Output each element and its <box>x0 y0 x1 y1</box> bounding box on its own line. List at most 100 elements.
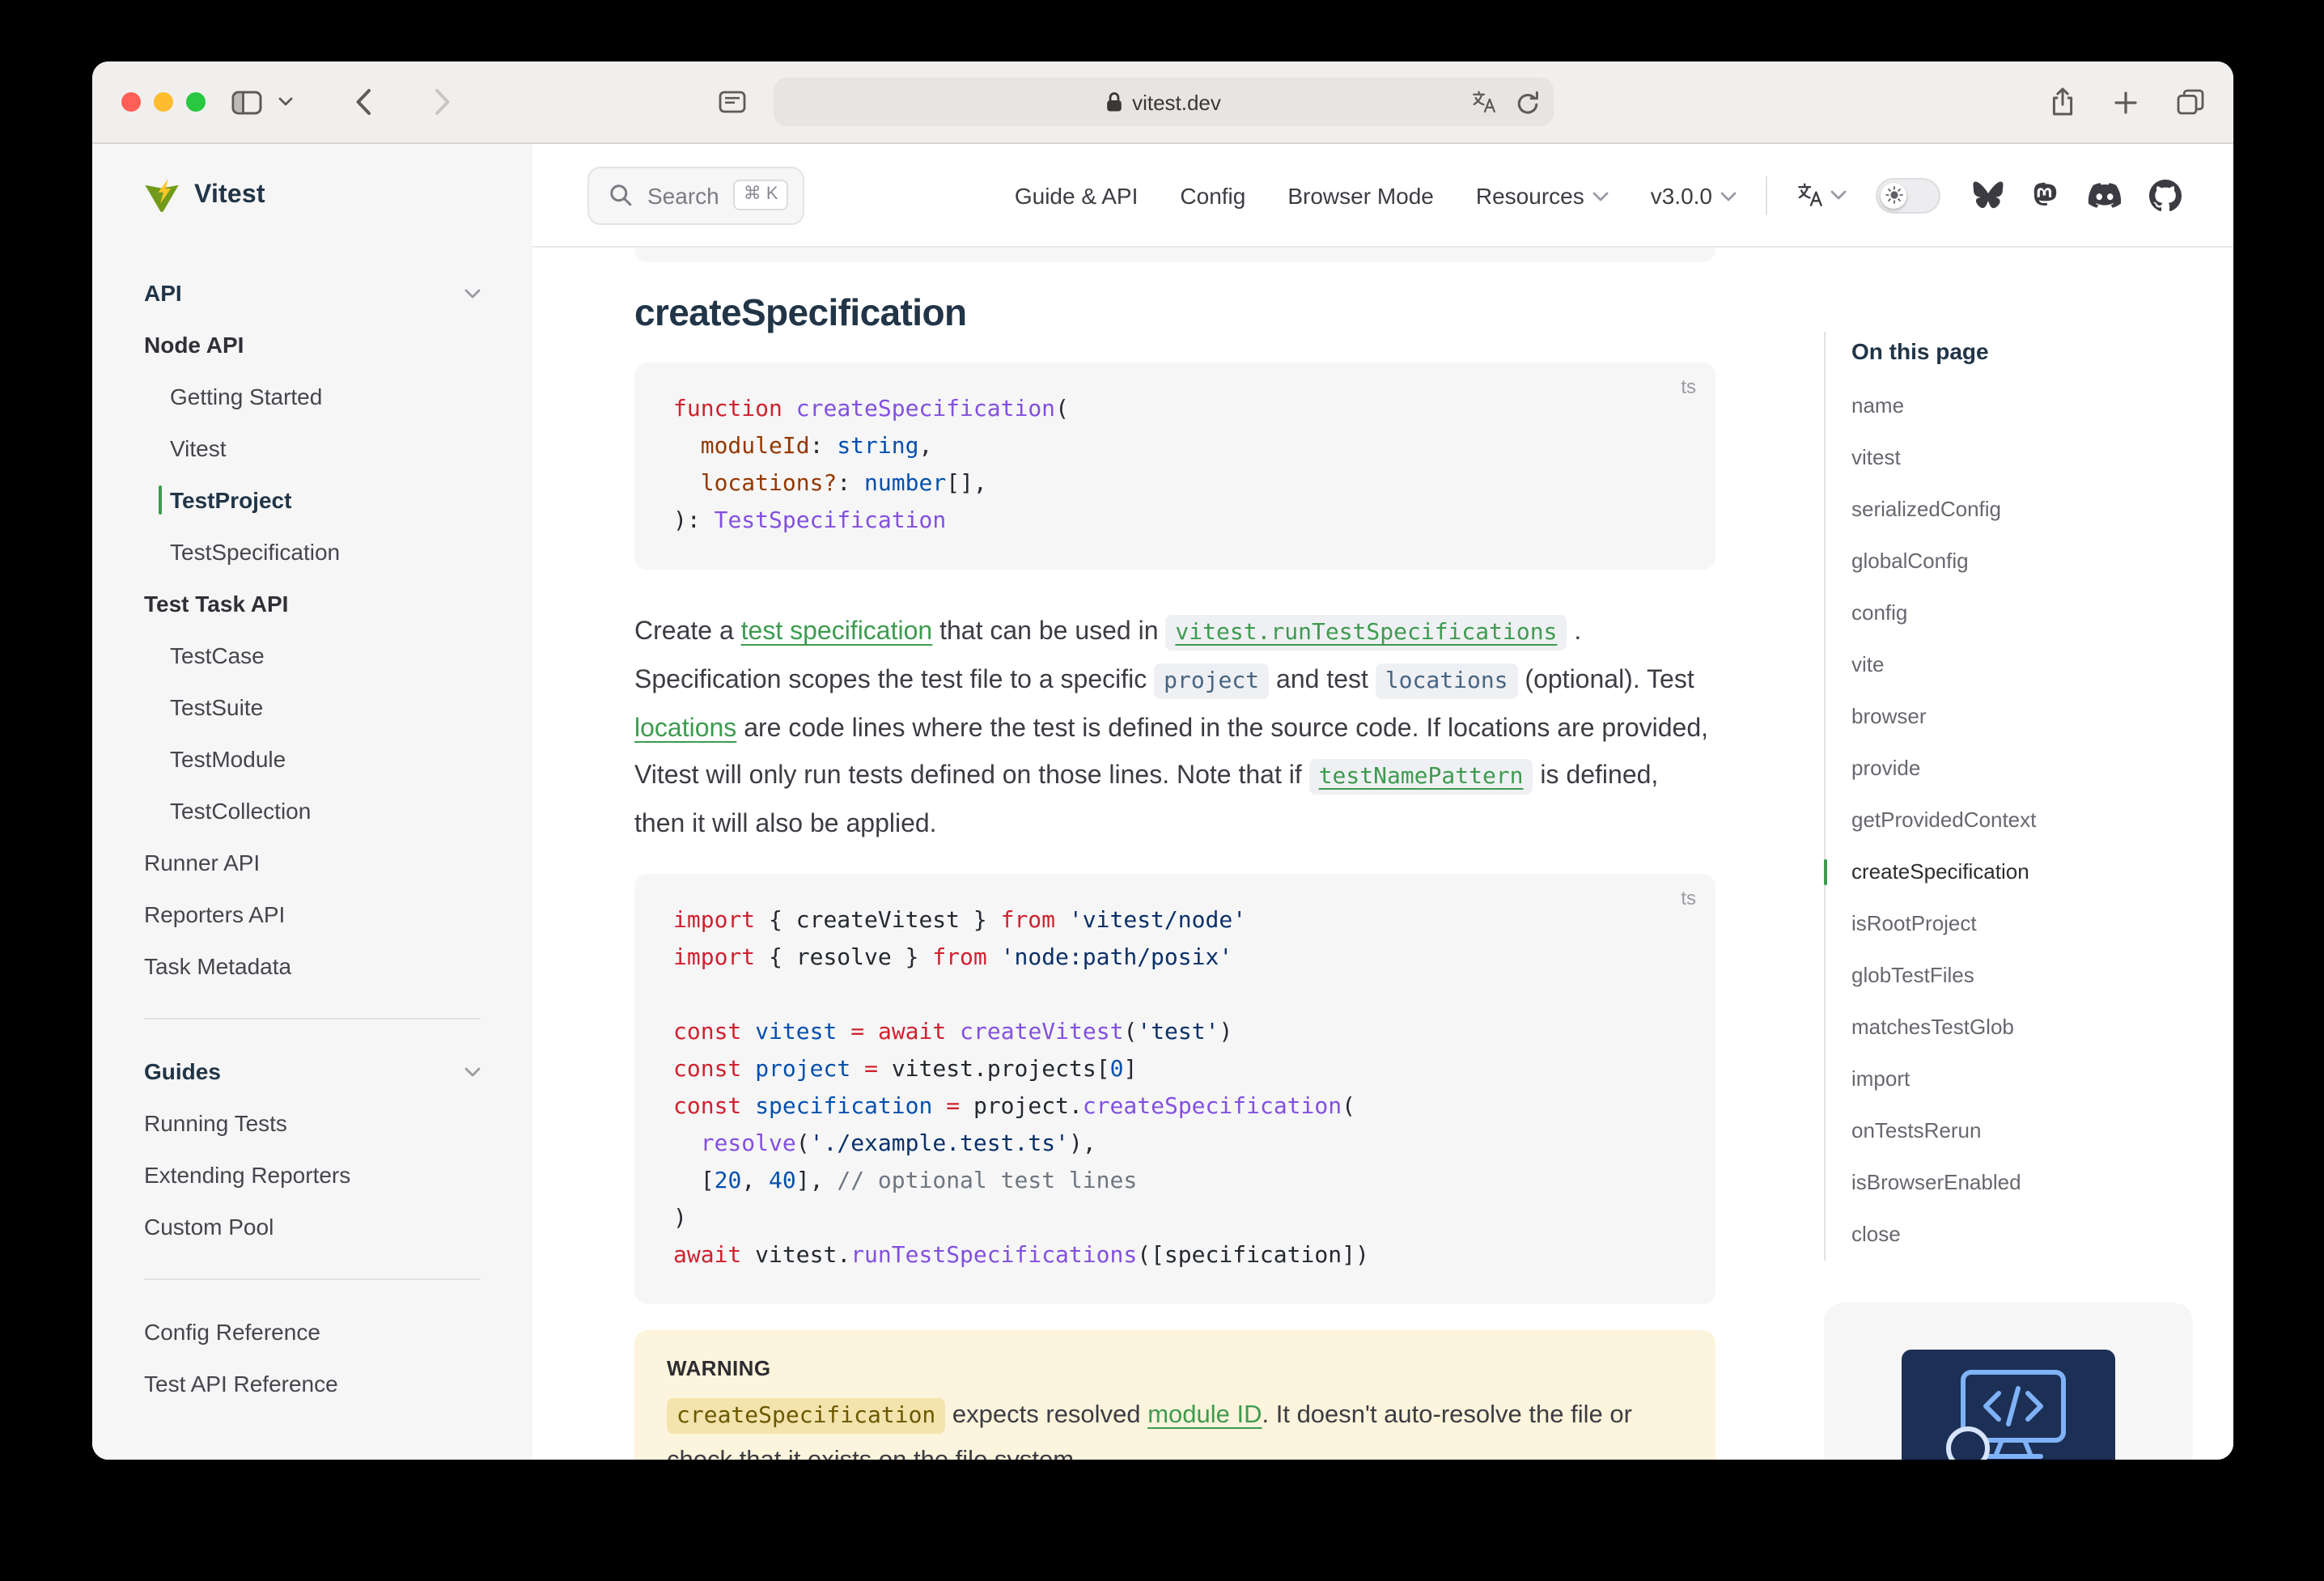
outline-item-provide[interactable]: provide <box>1851 743 2193 795</box>
theme-toggle[interactable] <box>1876 177 1940 213</box>
outline-item-browser[interactable]: browser <box>1851 691 2193 743</box>
code-line: ) <box>673 1201 1677 1238</box>
sidebar-item-testcollection[interactable]: TestCollection <box>144 785 481 837</box>
warning-block: WARNING createSpecification expects reso… <box>634 1330 1715 1460</box>
code-line: resolve('./example.test.ts'), <box>673 1126 1677 1163</box>
sidebar-item-reporters-api[interactable]: Reporters API <box>144 888 481 940</box>
new-tab-button[interactable] <box>2114 90 2138 114</box>
sidebar-item-config-reference[interactable]: Config Reference <box>144 1306 481 1358</box>
outline-item-import[interactable]: import <box>1851 1053 2193 1105</box>
sidebar-item-testmodule[interactable]: TestModule <box>144 733 481 785</box>
search-icon <box>609 183 633 207</box>
reload-button[interactable] <box>1516 90 1538 114</box>
nav-link-config[interactable]: Config <box>1180 182 1245 208</box>
sidebar-item-task-metadata[interactable]: Task Metadata <box>144 940 481 992</box>
nav-link-v3-0-0[interactable]: v3.0.0 <box>1651 182 1737 208</box>
back-button[interactable] <box>354 87 372 117</box>
sidebar-item-testsuite[interactable]: TestSuite <box>144 681 481 733</box>
inline-code-link[interactable]: testNamePattern <box>1309 759 1533 795</box>
sidebar-item-test-task-api[interactable]: Test Task API <box>144 578 481 629</box>
sidebar-item-node-api[interactable]: Node API <box>144 319 481 371</box>
outline-item-globtestfiles[interactable]: globTestFiles <box>1851 950 2193 1002</box>
outline-item-createspecification[interactable]: createSpecification <box>1851 846 2193 898</box>
browser-titlebar: vitest.dev <box>92 61 2233 144</box>
zoom-window-button[interactable] <box>186 92 206 112</box>
nav-link-guide-api[interactable]: Guide & API <box>1015 182 1139 208</box>
sponsor-card[interactable] <box>1824 1303 2193 1460</box>
sun-icon <box>1885 186 1902 204</box>
forward-button[interactable] <box>434 87 452 117</box>
nav-link-resources[interactable]: Resources <box>1476 182 1609 208</box>
code: import { createVitest } from 'vitest/nod… <box>673 903 1677 1275</box>
code-line <box>673 977 1677 1015</box>
address-bar[interactable]: vitest.dev <box>773 78 1553 126</box>
outline-item-serializedconfig[interactable]: serializedConfig <box>1851 484 2193 536</box>
doc-content-area: createSpecification tsfunction createSpe… <box>532 248 2233 1460</box>
sidebar-item-vitest[interactable]: Vitest <box>144 422 481 474</box>
outline-item-vite[interactable]: vite <box>1851 639 2193 691</box>
minimize-window-button[interactable] <box>154 92 173 112</box>
search-shortcut: ⌘ K <box>734 180 788 210</box>
outline-item-isbrowserenabled[interactable]: isBrowserEnabled <box>1851 1157 2193 1209</box>
nav-link-label: Guide & API <box>1015 182 1139 208</box>
sidebar-options-chevron[interactable] <box>278 97 293 107</box>
sidebar-toggle-button[interactable] <box>231 90 262 114</box>
sidebar-section-label: API <box>144 280 182 306</box>
sidebar-item-runner-api[interactable]: Runner API <box>144 837 481 888</box>
sidebar-item-testproject[interactable]: TestProject <box>144 474 481 526</box>
sidebar-item-testspecification[interactable]: TestSpecification <box>144 526 481 578</box>
sidebar-nav: API Node APIGetting StartedVitestTestProj… <box>92 248 532 1409</box>
translate-icon <box>1470 89 1496 115</box>
nav-link-browser-mode[interactable]: Browser Mode <box>1287 182 1434 208</box>
sidebar-item-test-api-reference[interactable]: Test API Reference <box>144 1358 481 1409</box>
chevron-down-icon <box>1592 191 1609 202</box>
reload-icon <box>1516 90 1538 114</box>
outline-item-globalconfig[interactable]: globalConfig <box>1851 536 2193 587</box>
outline-item-vitest[interactable]: vitest <box>1851 432 2193 484</box>
sidebar-item-getting-started[interactable]: Getting Started <box>144 371 481 422</box>
logo[interactable]: Vitest <box>92 144 532 248</box>
outline-item-config[interactable]: config <box>1851 587 2193 639</box>
outline-item-name[interactable]: name <box>1851 380 2193 432</box>
sidebar-item-custom-pool[interactable]: Custom Pool <box>144 1201 481 1253</box>
outline-item-getprovidedcontext[interactable]: getProvidedContext <box>1851 795 2193 846</box>
outline-item-matchestestglob[interactable]: matchesTestGlob <box>1851 1002 2193 1053</box>
inline-link[interactable]: test specification <box>741 618 933 646</box>
sidebar-section-guides[interactable]: Guides <box>144 1045 481 1097</box>
outline-item-isrootproject[interactable]: isRootProject <box>1851 898 2193 950</box>
inline-code: createSpecification <box>667 1398 945 1434</box>
sidebar-item-testcase[interactable]: TestCase <box>144 629 481 681</box>
discord-link[interactable] <box>2088 182 2122 208</box>
code-line: function createSpecification( <box>673 392 1677 429</box>
search-button[interactable]: Search ⌘ K <box>587 166 804 224</box>
inline-link[interactable]: locations <box>634 715 736 743</box>
inline-code-link[interactable]: vitest.runTestSpecifications <box>1165 615 1567 651</box>
mastodon-link[interactable] <box>2031 180 2060 210</box>
code-monitor-illustration <box>1924 1363 2093 1460</box>
translate-page-button[interactable] <box>1470 89 1496 115</box>
github-link[interactable] <box>2149 179 2182 211</box>
sidebar-divider <box>144 1018 481 1019</box>
back-icon <box>354 87 372 117</box>
tab-overview-button[interactable] <box>2177 89 2204 115</box>
page-settings-button[interactable] <box>718 91 745 113</box>
nav-links: Guide & API Config Browser Mode Resources v3… <box>1015 182 1737 208</box>
chevron-down-icon <box>278 97 293 107</box>
code-line: import { resolve } from 'node:path/posix… <box>673 940 1677 977</box>
share-button[interactable] <box>2050 87 2075 117</box>
outline-item-close[interactable]: close <box>1851 1209 2193 1261</box>
outline-item-ontestsrerun[interactable]: onTestsRerun <box>1851 1105 2193 1157</box>
chevron-down-icon <box>464 1066 481 1077</box>
language-menu-button[interactable] <box>1796 181 1847 209</box>
inline-link[interactable]: module ID <box>1147 1401 1262 1429</box>
code-line: const vitest = await createVitest('test'… <box>673 1015 1677 1052</box>
sidebar-item-extending-reporters[interactable]: Extending Reporters <box>144 1149 481 1201</box>
doc-main: createSpecification tsfunction createSpe… <box>634 248 1715 1460</box>
sidebar-section-label: Guides <box>144 1058 221 1084</box>
close-window-button[interactable] <box>121 92 141 112</box>
sidebar-section-api[interactable]: API <box>144 267 481 319</box>
forward-icon <box>434 87 452 117</box>
bluesky-link[interactable] <box>1973 181 2004 209</box>
sidebar-item-running-tests[interactable]: Running Tests <box>144 1097 481 1149</box>
code: function createSpecification( moduleId: … <box>673 392 1677 540</box>
